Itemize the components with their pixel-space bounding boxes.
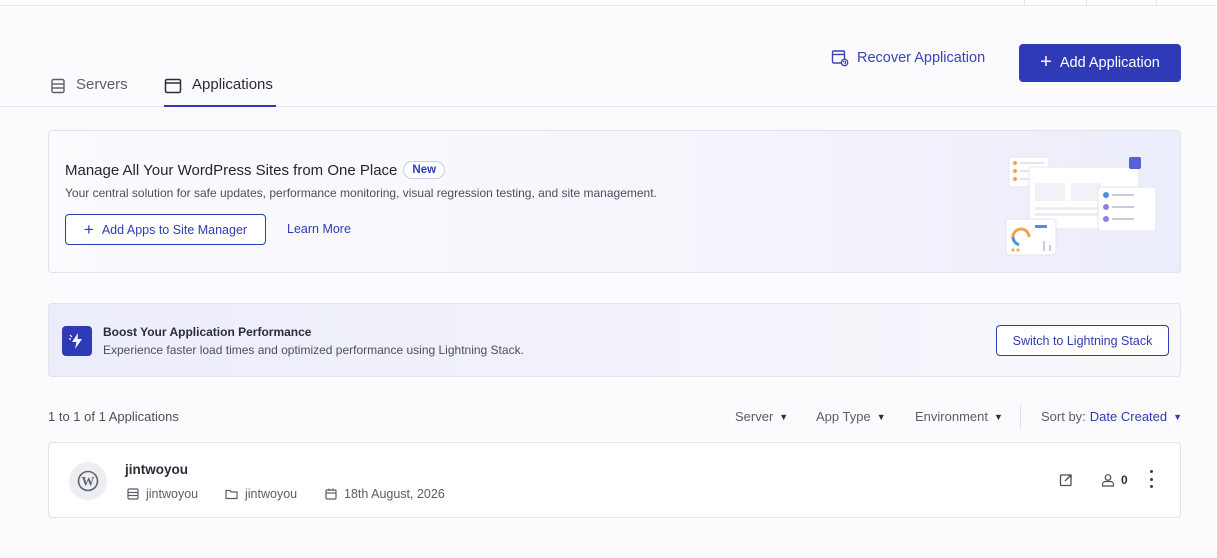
application-server-text: jintwoyou [146, 487, 199, 501]
tab-servers-label: Servers [76, 76, 128, 93]
application-server: jintwoyou [127, 487, 198, 501]
tab-applications[interactable]: Applications [164, 76, 276, 107]
application-created-text: 18th August, 2026 [344, 487, 445, 501]
new-badge: New [403, 161, 446, 179]
more-options-icon[interactable] [1147, 470, 1155, 488]
recover-application-button[interactable]: Recover Application [831, 49, 985, 67]
folder-icon [225, 489, 238, 500]
add-application-label: Add Application [1059, 55, 1160, 71]
svg-text:W: W [82, 474, 95, 489]
application-users-count: 0 [1121, 473, 1128, 487]
boost-title: Boost Your Application Performance [103, 325, 312, 339]
filter-environment[interactable]: Environment ▼ [915, 409, 1003, 424]
add-apps-to-site-manager-button[interactable]: + Add Apps to Site Manager [65, 214, 266, 245]
site-manager-illustration [1005, 156, 1157, 256]
plus-icon: + [1040, 51, 1052, 73]
external-link-icon[interactable] [1059, 473, 1073, 492]
chevron-down-icon: ▼ [1173, 411, 1183, 422]
wordpress-icon: W [69, 462, 107, 500]
sort-value: Date Created [1089, 409, 1168, 424]
add-apps-to-site-manager-label: Add Apps to Site Manager [101, 222, 248, 237]
tabs-header: Servers Applications Recover Application… [0, 6, 1217, 107]
chevron-down-icon: ▼ [993, 411, 1003, 422]
site-manager-description: Your central solution for safe updates, … [65, 186, 657, 200]
application-created-date: 18th August, 2026 [325, 487, 445, 501]
toolbar-divider [1020, 405, 1021, 429]
learn-more-link[interactable]: Learn More [287, 222, 351, 236]
application-row[interactable]: W jintwoyou jintwoyou jintwoyou 18th Aug… [48, 442, 1181, 518]
site-manager-banner: Manage All Your WordPress Sites from One… [48, 130, 1181, 273]
tab-applications-label: Applications [192, 76, 273, 93]
calendar-icon [325, 488, 337, 500]
user-icon [1101, 474, 1115, 487]
application-folder: jintwoyou [225, 487, 297, 501]
server-icon [51, 78, 65, 94]
tab-servers[interactable]: Servers [50, 76, 128, 107]
server-icon [127, 488, 139, 500]
boost-description: Experience faster load times and optimiz… [103, 343, 524, 357]
site-manager-title-text: Manage All Your WordPress Sites from One… [65, 161, 398, 179]
filter-app-type-label: App Type [816, 409, 871, 424]
filter-environment-label: Environment [915, 409, 988, 424]
application-name[interactable]: jintwoyou [125, 462, 188, 477]
sort-label: Sort by: [1041, 409, 1086, 424]
application-folder-text: jintwoyou [245, 487, 298, 501]
chevron-down-icon: ▼ [779, 411, 789, 422]
plus-icon: + [83, 220, 94, 239]
filter-server-label: Server [735, 409, 774, 424]
applications-count: 1 to 1 of 1 Applications [48, 409, 179, 424]
filter-app-type[interactable]: App Type ▼ [816, 409, 886, 424]
application-window-icon [164, 78, 182, 94]
add-application-button[interactable]: + Add Application [1019, 44, 1181, 82]
switch-to-lightning-stack-button[interactable]: Switch to Lightning Stack [996, 325, 1169, 356]
site-manager-title: Manage All Your WordPress Sites from One… [65, 161, 446, 179]
chevron-down-icon: ▼ [876, 411, 886, 422]
lightning-icon [62, 326, 92, 356]
application-users[interactable]: 0 [1101, 473, 1128, 487]
recover-icon [831, 50, 849, 67]
filter-server[interactable]: Server ▼ [735, 409, 788, 424]
recover-application-label: Recover Application [857, 50, 986, 66]
sort-dropdown[interactable]: Sort by: Date Created ▼ [1041, 409, 1182, 424]
boost-performance-banner: Boost Your Application Performance Exper… [48, 303, 1181, 377]
